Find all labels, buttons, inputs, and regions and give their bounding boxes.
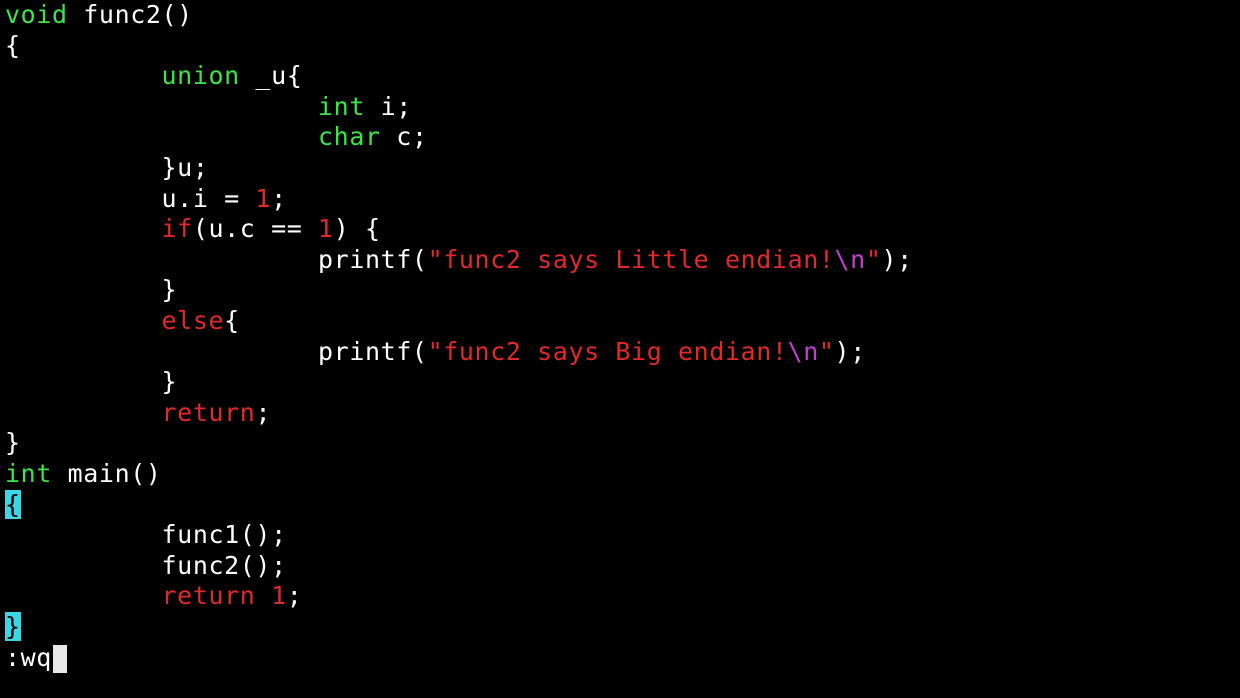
code-line: union _u{ — [5, 61, 1235, 92]
code-line: return 1; — [5, 581, 1235, 612]
code-line: int main() — [5, 459, 1235, 490]
code-token-default: func1(); — [5, 520, 287, 550]
code-line: else{ — [5, 306, 1235, 337]
code-token-default — [5, 306, 162, 335]
command-text: :wq — [5, 643, 52, 672]
code-token-type: int — [5, 458, 52, 488]
code-token-default: ; — [286, 581, 303, 611]
code-line: char c; — [5, 122, 1235, 153]
code-token-number: 1 — [318, 214, 334, 244]
code-token-default: } — [5, 275, 178, 305]
code-token-default — [255, 581, 271, 610]
code-token-string: "func2 says Little endian! — [427, 244, 835, 274]
matching-bracket-highlight: } — [5, 611, 21, 641]
code-token-keyword: else — [161, 305, 225, 335]
code-line: } — [5, 611, 1235, 643]
code-token-default: _u{ — [239, 61, 303, 91]
code-token-default: ; — [271, 183, 287, 213]
code-token-default — [5, 214, 162, 243]
code-line: if(u.c == 1) { — [5, 214, 1235, 245]
code-token-default — [5, 581, 162, 610]
text-cursor — [52, 645, 67, 673]
code-token-string: " — [865, 244, 882, 274]
code-line: { — [5, 489, 1235, 521]
code-token-default: i; — [365, 91, 412, 121]
code-token-escape: \n — [834, 244, 866, 274]
code-token-default — [5, 398, 162, 427]
code-token-default: func2(); — [5, 550, 287, 580]
code-token-keyword: return — [161, 581, 256, 611]
code-line: func2(); — [5, 551, 1235, 582]
command-line[interactable]: :wq — [5, 643, 67, 674]
code-token-type: char — [318, 122, 381, 152]
code-line: } — [5, 428, 1235, 459]
code-line: { — [5, 31, 1235, 62]
code-line: func1(); — [5, 520, 1235, 551]
code-line: }u; — [5, 153, 1235, 184]
code-token-default: printf( — [5, 244, 428, 274]
code-token-keyword: return — [161, 397, 256, 427]
code-token-default: ); — [881, 244, 913, 274]
code-token-default: } — [5, 428, 21, 458]
code-token-type: int — [318, 91, 365, 121]
code-line: } — [5, 367, 1235, 398]
code-line: printf("func2 says Big endian!\n"); — [5, 337, 1235, 368]
code-token-default — [5, 92, 318, 121]
code-token-default: c; — [380, 122, 428, 152]
code-line: int i; — [5, 92, 1235, 123]
code-token-number: 1 — [271, 581, 287, 611]
code-token-default — [5, 122, 318, 151]
code-token-type: union — [161, 61, 240, 91]
code-editor[interactable]: void func2(){ union _u{ int i; char c; }… — [5, 0, 1235, 642]
code-line: printf("func2 says Little endian!\n"); — [5, 245, 1235, 276]
code-token-string: "func2 says Big endian! — [427, 336, 788, 366]
code-token-default — [5, 61, 162, 90]
code-token-default: ; — [255, 397, 272, 427]
code-token-default: ); — [834, 336, 866, 366]
code-line: u.i = 1; — [5, 184, 1235, 215]
code-token-default: ) { — [333, 214, 381, 244]
code-token-default: } — [5, 367, 178, 397]
code-token-default: printf( — [5, 336, 428, 366]
code-token-number: 1 — [255, 183, 272, 213]
code-token-default: }u; — [5, 152, 209, 182]
code-line: void func2() — [5, 0, 1235, 31]
code-token-default: main() — [51, 458, 162, 488]
code-token-keyword: if — [161, 214, 193, 244]
code-line: } — [5, 275, 1235, 306]
matching-bracket-highlight: { — [5, 489, 21, 519]
code-token-type: void — [5, 0, 68, 29]
code-token-string: " — [818, 336, 835, 366]
code-token-default: func2() — [67, 0, 193, 29]
code-line: return; — [5, 398, 1235, 429]
code-token-default: (u.c == — [192, 214, 319, 244]
code-token-default: { — [5, 30, 21, 60]
code-token-escape: \n — [787, 336, 819, 366]
code-token-default: { — [224, 305, 240, 335]
code-token-default: u.i = — [5, 183, 256, 213]
